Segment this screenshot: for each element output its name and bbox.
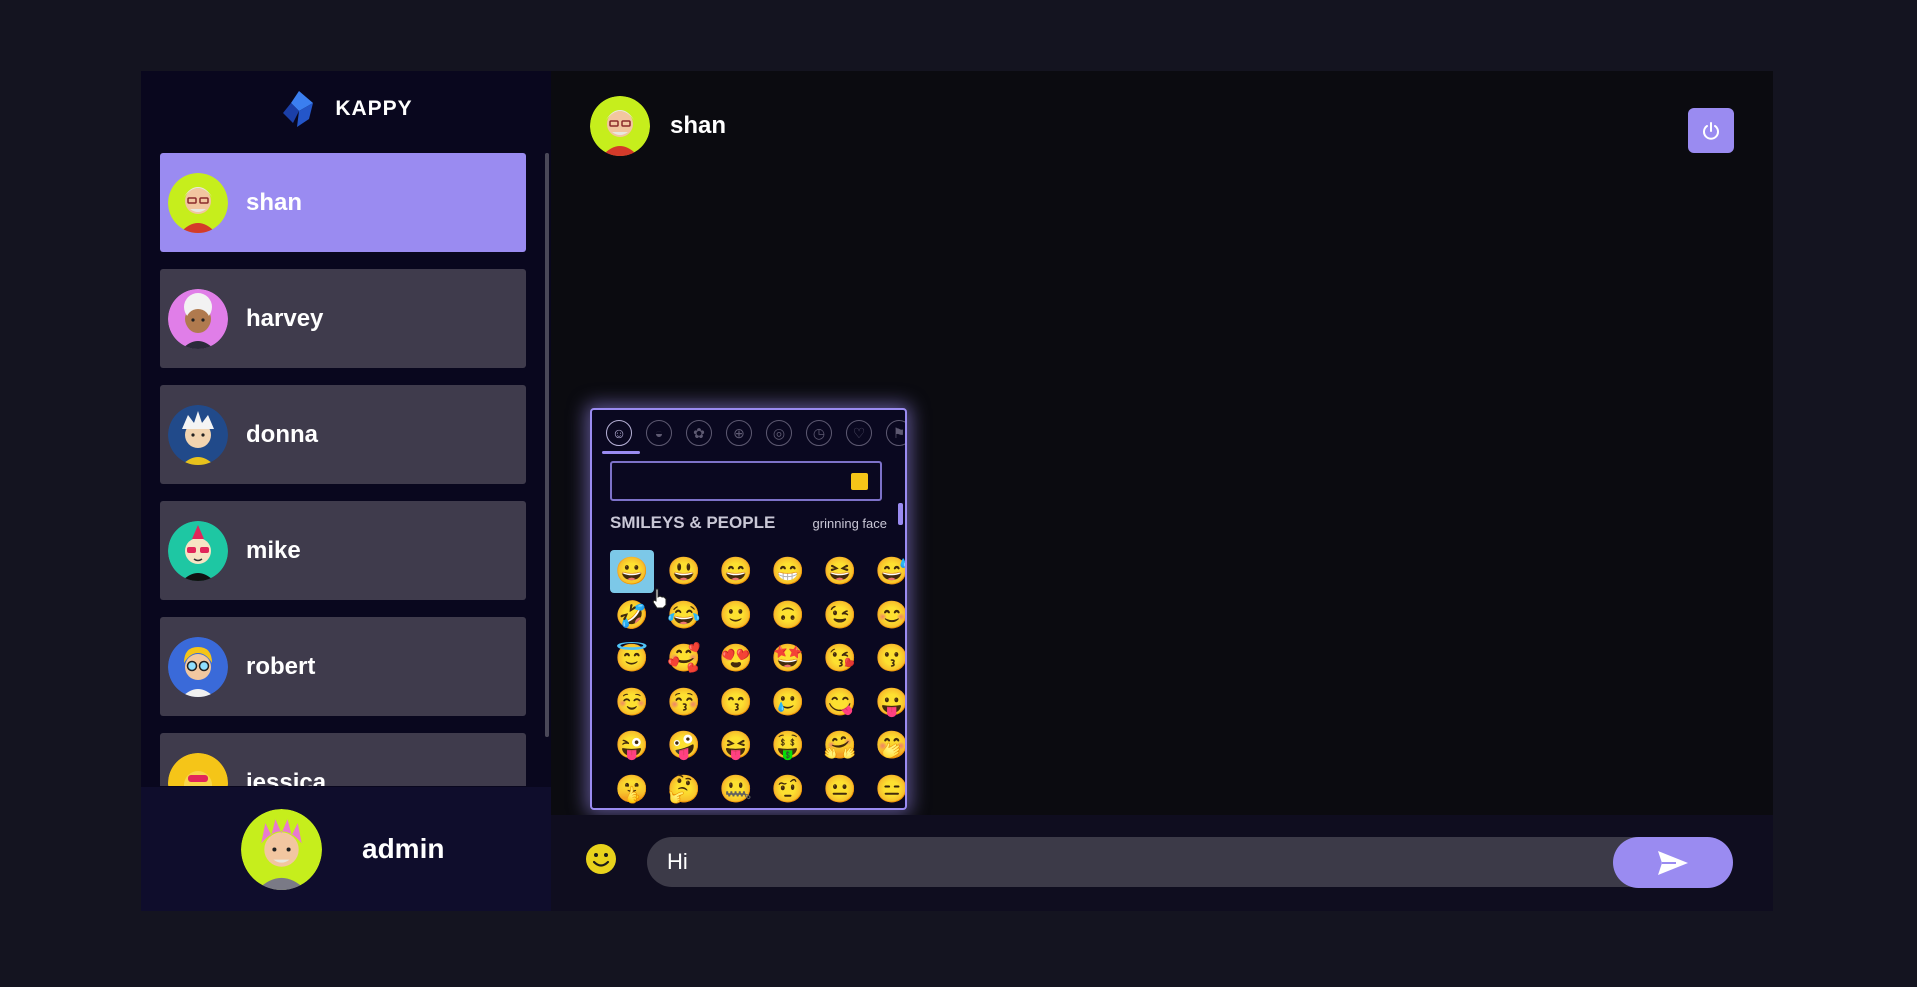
contact-item-robert[interactable]: robert — [160, 617, 526, 716]
emoji-picker: ☺ ◒ ✿ ⊕ ◎ ◷ ♡ ⚑ SMILEYS & PEOPLE grinnin… — [590, 408, 907, 810]
emoji-item[interactable]: 🥰 — [662, 637, 706, 680]
emoji-item[interactable]: 😜 — [610, 724, 654, 767]
pointer-cursor-icon — [652, 588, 667, 609]
activity-icon[interactable]: ⊕ — [726, 420, 752, 446]
message-input[interactable] — [647, 837, 1707, 887]
brand: KAPPY — [141, 71, 551, 147]
travel-icon[interactable]: ◎ — [766, 420, 792, 446]
emoji-item[interactable]: 😊 — [870, 594, 905, 637]
emoji-item[interactable]: 🤨 — [766, 768, 810, 808]
emoji-item[interactable]: 😂 — [662, 594, 706, 637]
emoji-item[interactable]: 🤐 — [714, 768, 758, 808]
avatar — [168, 404, 228, 465]
emoji-item[interactable]: 😙 — [714, 681, 758, 724]
emoji-search-input[interactable] — [610, 461, 882, 501]
people-icon[interactable]: ☺ — [606, 420, 632, 446]
emoji-item[interactable]: 😘 — [818, 637, 862, 680]
emoji-item[interactable]: 😇 — [610, 637, 654, 680]
emoji-item[interactable]: 🤣 — [610, 594, 654, 637]
chat-header: shan — [590, 91, 1760, 161]
emoji-item[interactable]: 🤩 — [766, 637, 810, 680]
emoji-item[interactable]: 😄 — [714, 550, 758, 593]
current-user: admin — [141, 787, 551, 911]
contact-item-donna[interactable]: donna — [160, 385, 526, 484]
sidebar: KAPPY shan harvey donna mike robert jess… — [141, 71, 551, 911]
emoji-item[interactable]: 😅 — [870, 550, 905, 593]
contact-item-mike[interactable]: mike — [160, 501, 526, 600]
logout-button[interactable] — [1688, 108, 1734, 153]
send-button[interactable] — [1613, 837, 1733, 888]
emoji-picker-scrollbar[interactable] — [898, 503, 903, 525]
chat-contact-name: shan — [670, 112, 727, 139]
emoji-item[interactable]: 😆 — [818, 550, 862, 593]
emoji-item[interactable]: 😛 — [870, 681, 905, 724]
emoji-item[interactable]: 😚 — [662, 681, 706, 724]
emoji-item[interactable]: 😝 — [714, 724, 758, 767]
avatar — [241, 808, 322, 890]
nature-icon[interactable]: ✿ — [686, 420, 712, 446]
emoji-item[interactable]: 😗 — [870, 637, 905, 680]
send-icon — [1658, 850, 1688, 875]
emoji-section-title: SMILEYS & PEOPLE — [610, 513, 776, 532]
symbols-icon[interactable]: ♡ — [846, 420, 872, 446]
emoji-item[interactable]: 🤗 — [818, 724, 862, 767]
food-icon[interactable]: ◒ — [646, 420, 672, 446]
skin-tone-selector[interactable] — [851, 473, 868, 490]
emoji-item[interactable]: 🤔 — [662, 768, 706, 808]
emoji-item[interactable]: 😁 — [766, 550, 810, 593]
current-user-name: admin — [362, 833, 445, 864]
objects-icon[interactable]: ◷ — [806, 420, 832, 446]
avatar — [168, 520, 228, 581]
emoji-item[interactable]: 🙃 — [766, 594, 810, 637]
emoji-item[interactable]: 😃 — [662, 550, 706, 593]
emoji-item[interactable]: 😐 — [818, 768, 862, 808]
emoji-item[interactable]: 🤫 — [610, 768, 654, 808]
emoji-item[interactable]: 😑 — [870, 768, 905, 808]
emoji-item[interactable]: 😋 — [818, 681, 862, 724]
contact-name: jessica — [246, 768, 327, 787]
emoji-item[interactable]: 🤑 — [766, 724, 810, 767]
brand-name: KAPPY — [335, 97, 413, 120]
emoji-item[interactable]: 😍 — [714, 637, 758, 680]
contact-item-jessica[interactable]: jessica — [160, 733, 526, 786]
emoji-item[interactable]: ☺️ — [610, 681, 654, 724]
flags-icon[interactable]: ⚑ — [886, 420, 905, 446]
emoji-item[interactable]: 🙂 — [714, 594, 758, 637]
emoji-item[interactable]: 🤭 — [870, 724, 905, 767]
emoji-preview-name: grinning face — [812, 516, 887, 531]
contact-name: robert — [246, 652, 316, 680]
emoji-category-tabs: ☺ ◒ ✿ ⊕ ◎ ◷ ♡ ⚑ — [606, 420, 905, 446]
contact-item-shan[interactable]: shan — [160, 153, 526, 252]
contact-name: harvey — [246, 304, 324, 332]
contact-item-harvey[interactable]: harvey — [160, 269, 526, 368]
contact-name: mike — [246, 536, 301, 564]
emoji-item[interactable]: 😉 — [818, 594, 862, 637]
avatar — [168, 636, 228, 697]
avatar — [168, 752, 228, 786]
avatar — [590, 96, 650, 156]
avatar — [168, 288, 228, 349]
emoji-item[interactable]: 🤪 — [662, 724, 706, 767]
emoji-item[interactable]: 🥲 — [766, 681, 810, 724]
contact-list-scrollbar[interactable] — [545, 153, 549, 737]
contact-list[interactable]: shan harvey donna mike robert jessica — [160, 153, 526, 786]
chat-app: KAPPY shan harvey donna mike robert jess… — [141, 71, 1773, 911]
power-icon — [1703, 121, 1719, 140]
contact-name: donna — [246, 420, 318, 448]
contact-name: shan — [246, 188, 303, 216]
active-category-indicator — [602, 451, 640, 454]
emoji-toggle-button[interactable] — [584, 842, 618, 876]
emoji-item[interactable]: 😀 — [610, 550, 654, 593]
avatar — [168, 172, 228, 233]
kappy-logo-icon — [283, 91, 314, 127]
scrollbar-thumb[interactable] — [545, 153, 549, 737]
